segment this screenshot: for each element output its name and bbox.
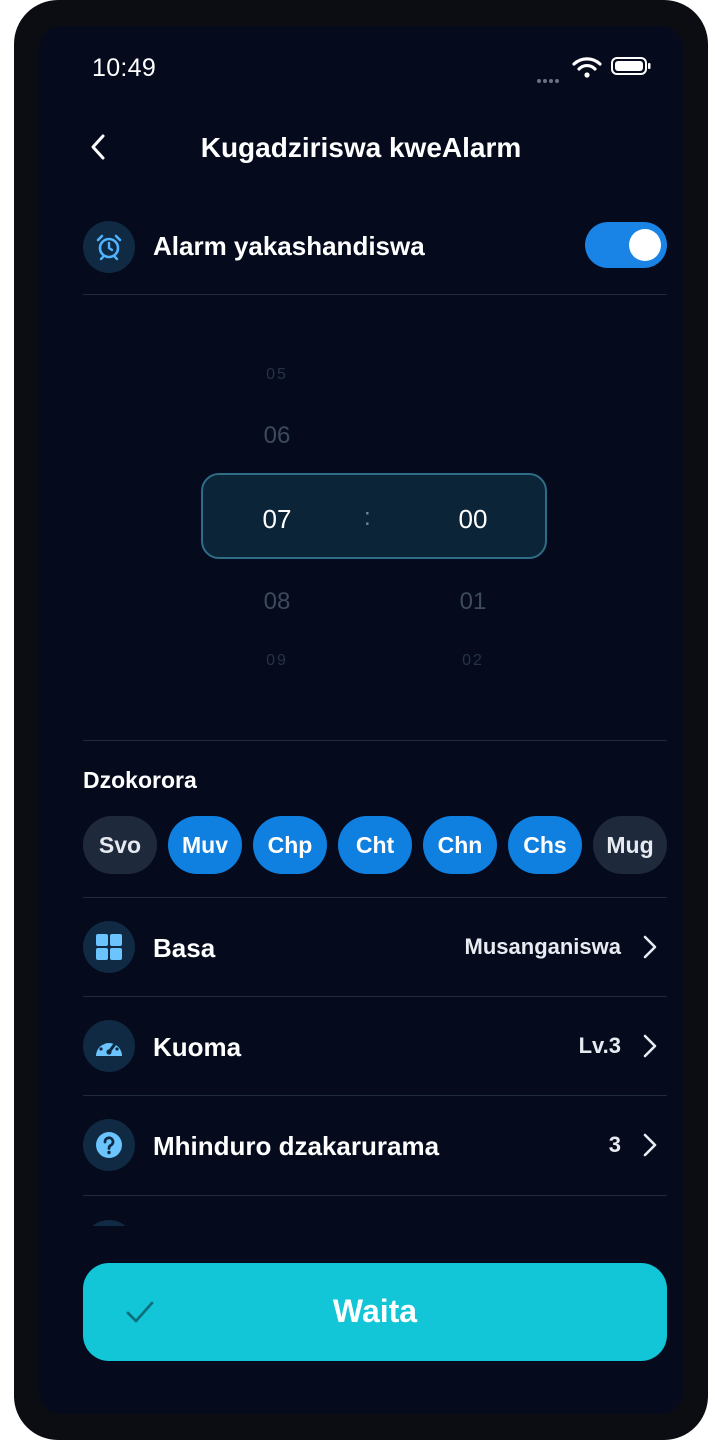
hour-selected[interactable]: 07 (237, 504, 317, 535)
signal-icon (537, 70, 561, 88)
chevron-right-icon (643, 1133, 657, 1157)
day-chip-sun[interactable]: Svo (83, 816, 157, 874)
status-time: 10:49 (92, 54, 157, 82)
setting-value: 3 (608, 1132, 621, 1157)
day-chip-sat[interactable]: Mug (593, 816, 667, 874)
setting-label: Basa (153, 933, 216, 963)
hour-option[interactable]: 08 (237, 588, 317, 616)
save-button-label: Waita (332, 1293, 418, 1329)
time-separator: : (364, 504, 371, 531)
divider (83, 1195, 667, 1196)
chevron-right-icon (643, 1034, 657, 1058)
repeat-days: Svo Muv Chp Cht Chn Chs Mug (83, 816, 667, 874)
day-chip-fri[interactable]: Chs (508, 816, 582, 874)
toggle-knob (629, 229, 661, 261)
day-chip-tue[interactable]: Chp (253, 816, 327, 874)
day-chip-thu[interactable]: Chn (423, 816, 497, 874)
day-chip-mon[interactable]: Muv (168, 816, 242, 874)
divider (83, 294, 667, 295)
hour-option[interactable]: 05 (237, 366, 317, 384)
wifi-icon (572, 57, 602, 78)
battery-icon (611, 57, 651, 75)
setting-row-difficulty[interactable]: Kuoma Lv.3 (83, 996, 667, 1096)
minute-option[interactable]: 01 (433, 588, 513, 616)
gauge-icon (83, 1020, 135, 1072)
phone-frame: 10:49 Kugadziriswa kweAlarm Alarm yakash… (14, 0, 708, 1440)
minute-selected[interactable]: 00 (433, 504, 513, 535)
setting-value: Musanganiswa (464, 934, 621, 959)
minute-option[interactable]: 02 (433, 652, 513, 670)
question-icon (83, 1119, 135, 1171)
setting-value: Lv.3 (578, 1033, 621, 1058)
alarm-enabled-toggle[interactable] (585, 222, 667, 268)
save-button[interactable]: Waita (83, 1263, 667, 1361)
setting-row-task[interactable]: Basa Musanganiswa (83, 897, 667, 997)
setting-row-correct-answers[interactable]: Mhinduro dzakarurama 3 (83, 1095, 667, 1195)
chevron-right-icon (643, 935, 657, 959)
day-chip-wed[interactable]: Cht (338, 816, 412, 874)
repeat-label: Dzokorora (83, 767, 197, 793)
grid-icon (83, 921, 135, 973)
page-title: Kugadziriswa kweAlarm (200, 132, 522, 163)
setting-label: Kuoma (153, 1032, 242, 1062)
screen: 10:49 Kugadziriswa kweAlarm Alarm yakash… (39, 26, 683, 1414)
alarm-enabled-label: Alarm yakashandiswa (153, 231, 425, 261)
divider (83, 740, 667, 741)
hour-option[interactable]: 09 (237, 652, 317, 670)
setting-label: Mhinduro dzakarurama (153, 1131, 440, 1161)
alarm-clock-icon (83, 221, 135, 273)
hour-option[interactable]: 06 (237, 422, 317, 450)
